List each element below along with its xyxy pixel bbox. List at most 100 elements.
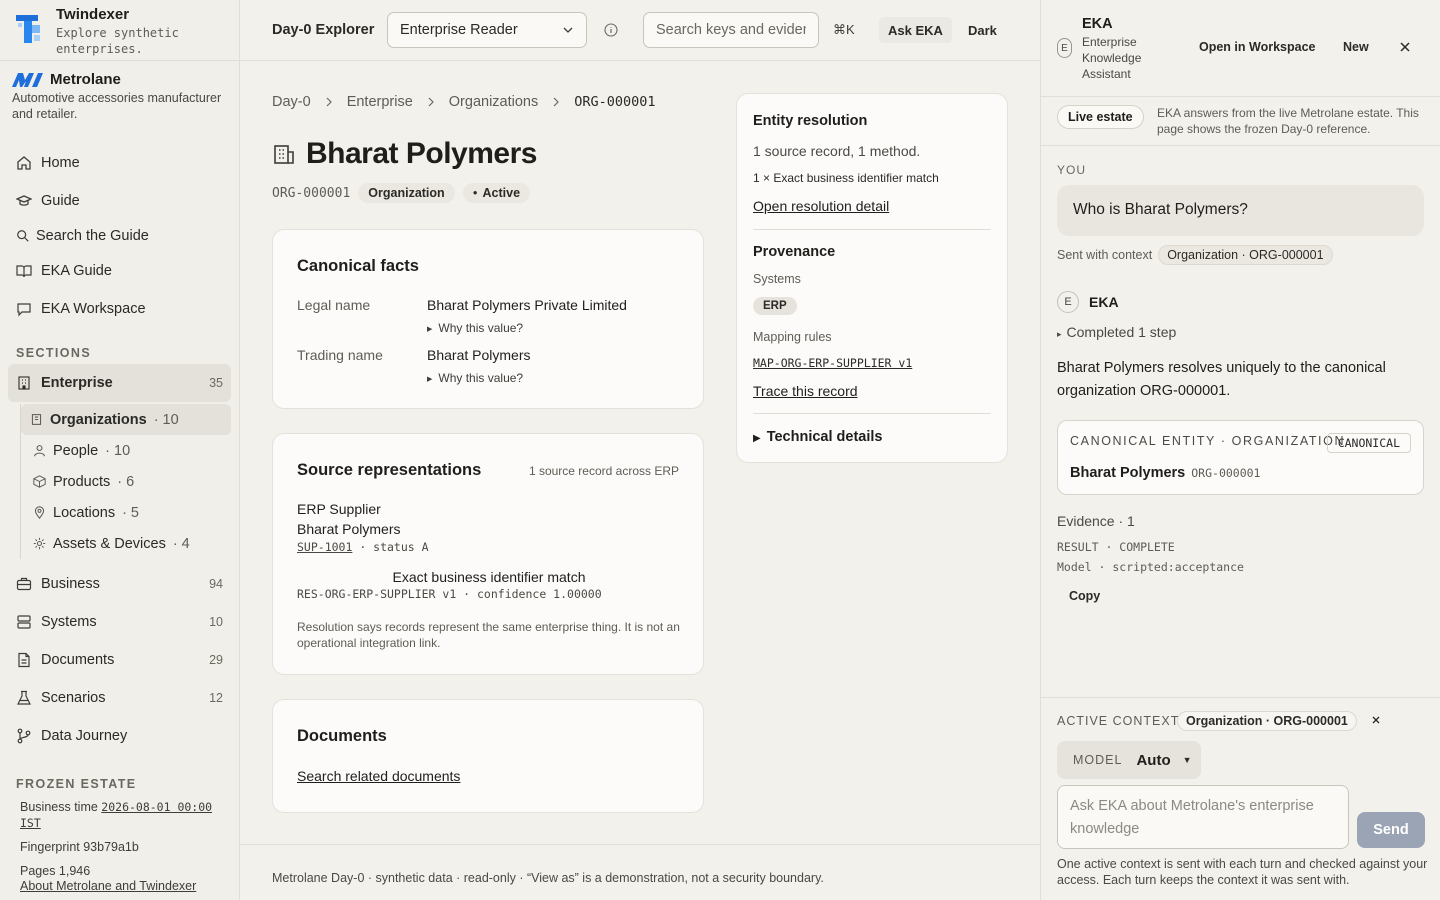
nav-business[interactable]: Business 94: [0, 565, 239, 603]
nav-eka-guide-label: EKA Guide: [41, 263, 112, 279]
gear-icon: [33, 537, 46, 550]
main-content: Day-0 Enterprise Organizations ORG-00000…: [240, 61, 1040, 844]
shortcut-hint: ⌘K: [833, 22, 855, 37]
nav-systems-count: 10: [209, 615, 223, 629]
about-link[interactable]: About Metrolane and Twindexer: [0, 879, 216, 893]
org-name: Metrolane: [50, 71, 121, 88]
legal-name-label: Legal name: [297, 297, 371, 313]
subnav-label: Organizations: [50, 411, 147, 428]
building-icon: [31, 414, 42, 425]
nav-scenarios[interactable]: Scenarios 12: [0, 679, 239, 717]
copy-button[interactable]: Copy: [1057, 589, 1112, 609]
canonical-id: ORG-000001: [1191, 466, 1261, 480]
completed-steps-toggle[interactable]: Completed 1 step: [1057, 324, 1177, 340]
systems-label: Systems: [753, 272, 801, 286]
nav-guide-label: Guide: [41, 193, 80, 209]
live-estate-badge: Live estate: [1057, 105, 1144, 129]
chevron-right-icon: [553, 97, 560, 107]
nav-documents[interactable]: Documents 29: [0, 641, 239, 679]
nav-home[interactable]: Home: [0, 144, 239, 182]
ask-eka-button[interactable]: Ask EKA: [879, 17, 952, 43]
nav-business-label: Business: [41, 576, 100, 592]
map-pin-icon: [34, 506, 45, 519]
user-message: Who is Bharat Polymers?: [1057, 185, 1424, 236]
nav-data-journey[interactable]: Data Journey: [0, 717, 239, 755]
why-this-value-toggle[interactable]: Why this value?: [427, 371, 530, 385]
nav-home-label: Home: [41, 155, 80, 171]
entity-type-badge: Organization: [358, 183, 455, 203]
subnav-label: Products: [53, 473, 111, 490]
nav-business-count: 94: [209, 577, 223, 591]
breadcrumb-day0[interactable]: Day-0: [272, 94, 311, 110]
twindexer-logo-icon: [16, 15, 40, 43]
brand: Twindexer Explore synthetic enterprises.: [0, 0, 239, 61]
subnav-count: · 6: [117, 473, 135, 490]
git-branch-icon: [17, 728, 31, 744]
nav-data-journey-label: Data Journey: [41, 728, 128, 744]
canonical-entity-card[interactable]: CANONICAL ENTITY · ORGANIZATION CANONICA…: [1057, 420, 1424, 495]
briefcase-icon: [16, 577, 32, 591]
subnav-people[interactable]: People · 10: [33, 435, 239, 466]
entity-resolution-title: Entity resolution: [753, 113, 868, 129]
footer: Metrolane Day-0 · synthetic data · read-…: [240, 844, 1040, 900]
model-label: MODEL: [1073, 753, 1123, 767]
building-icon: [18, 376, 30, 390]
info-icon[interactable]: [604, 23, 618, 37]
new-chat-button[interactable]: New: [1343, 40, 1369, 54]
subnav-assets-devices[interactable]: Assets & Devices · 4: [33, 528, 239, 559]
technical-details-toggle[interactable]: ▶ Technical details: [753, 429, 882, 445]
source-record-link[interactable]: SUP-1001: [297, 540, 352, 554]
nav-eka-workspace[interactable]: EKA Workspace: [0, 290, 239, 328]
assistant-header: E EKA: [1057, 291, 1119, 313]
frozen-estate-heading: FROZEN ESTATE: [16, 777, 137, 791]
subnav-count: · 5: [122, 504, 139, 521]
open-resolution-detail-link[interactable]: Open resolution detail: [753, 198, 889, 214]
breadcrumb-current: ORG-000001: [574, 94, 656, 110]
why-this-value-toggle[interactable]: Why this value?: [427, 321, 627, 335]
result-status: RESULT · COMPLETE: [1057, 540, 1175, 554]
open-in-workspace-button[interactable]: Open in Workspace: [1199, 40, 1315, 54]
ask-eka-input[interactable]: [1057, 785, 1349, 849]
source-representations-title: Source representations: [297, 461, 482, 479]
org-description: Automotive accessories manufacturer and …: [12, 91, 222, 121]
search-related-documents-link[interactable]: Search related documents: [297, 768, 460, 784]
view-as-select[interactable]: Enterprise Reader: [387, 12, 587, 48]
resolution-method: 1 × Exact business identifier match: [753, 171, 939, 185]
brand-tagline: Explore synthetic enterprises.: [56, 26, 179, 56]
theme-toggle-button[interactable]: Dark: [959, 17, 1006, 43]
divider: [753, 229, 991, 230]
document-icon: [18, 652, 30, 668]
canonical-facts-card: Canonical facts Legal name Bharat Polyme…: [272, 229, 704, 409]
documents-title: Documents: [297, 727, 387, 745]
technical-details-label: Technical details: [766, 429, 883, 445]
breadcrumb-organizations[interactable]: Organizations: [449, 94, 538, 110]
chevron-down-icon: [563, 27, 573, 33]
nav-systems[interactable]: Systems 10: [0, 603, 239, 641]
search-input[interactable]: [643, 12, 819, 48]
active-context-badge: Organization · ORG-000001: [1177, 711, 1357, 731]
trace-record-link[interactable]: Trace this record: [753, 383, 858, 399]
canonical-entity-label: CANONICAL ENTITY · ORGANIZATION: [1070, 434, 1346, 448]
remove-context-icon[interactable]: [1372, 716, 1380, 724]
caret-right-icon: ▶: [753, 433, 761, 444]
legal-name-value: Bharat Polymers Private Limited: [427, 297, 627, 313]
nav-eka-guide[interactable]: EKA Guide: [0, 252, 239, 290]
app-title: Day-0 Explorer: [272, 22, 375, 38]
composer-help-text: One active context is sent with each tur…: [1057, 857, 1428, 887]
breadcrumb-enterprise[interactable]: Enterprise: [347, 94, 413, 110]
nav-guide[interactable]: Guide: [0, 182, 239, 220]
model-value: Auto: [1136, 751, 1171, 769]
business-time: Business time 2026-08-01 00:00 IST: [16, 799, 223, 831]
send-button[interactable]: Send: [1357, 812, 1425, 848]
nav-search-guide[interactable]: Search the Guide: [0, 220, 239, 252]
close-icon[interactable]: [1399, 41, 1411, 53]
mapping-rule-link[interactable]: MAP-ORG-ERP-SUPPLIER v1: [753, 356, 912, 370]
primary-nav: Home Guide Search the Guide EKA Guide EK…: [0, 144, 239, 328]
subnav-products[interactable]: Products · 6: [33, 466, 239, 497]
subnav-organizations[interactable]: Organizations · 10: [21, 404, 231, 435]
nav-enterprise[interactable]: Enterprise 35: [8, 364, 231, 402]
subnav-locations[interactable]: Locations · 5: [33, 497, 239, 528]
model-select[interactable]: MODEL Auto ▼: [1057, 741, 1201, 779]
canonical-name: Bharat Polymers: [1070, 465, 1186, 481]
live-estate-bar: Live estate EKA answers from the live Me…: [1041, 97, 1440, 146]
